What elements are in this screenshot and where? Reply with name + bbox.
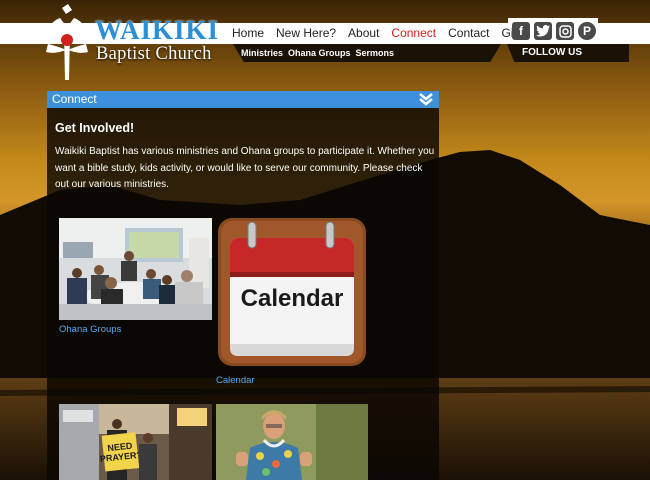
main-nav: Home New Here? About Connect Contact Giv… — [226, 24, 532, 43]
pinterest-icon[interactable]: P — [578, 22, 596, 40]
panel-title: Connect — [52, 92, 97, 106]
subnav-ohana-groups[interactable]: Ohana Groups — [288, 46, 351, 60]
nav-new-here[interactable]: New Here? — [270, 24, 342, 43]
nav-about[interactable]: About — [342, 24, 385, 43]
subnav-ministries[interactable]: Ministries — [241, 46, 283, 60]
chevron-down-icon[interactable] — [419, 93, 433, 106]
calendar-link[interactable]: Calendar — [216, 375, 255, 387]
social-links: f P — [512, 22, 596, 40]
twitter-icon[interactable] — [534, 22, 552, 40]
facebook-icon[interactable]: f — [512, 22, 530, 40]
sub-nav: Ministries Ohana Groups Sermons — [241, 46, 394, 60]
nav-connect[interactable]: Connect — [385, 24, 442, 43]
nav-home[interactable]: Home — [226, 24, 270, 43]
cross-logo-icon — [38, 4, 96, 80]
intro-paragraph: Waikiki Baptist has various ministries a… — [55, 146, 435, 190]
panel-header: Connect — [47, 91, 439, 108]
logo-title: WAIKIKI — [95, 15, 220, 45]
instagram-icon[interactable] — [556, 22, 574, 40]
calendar-tile[interactable]: Calendar — [218, 218, 366, 366]
ohana-groups-link[interactable]: Ohana Groups — [59, 324, 121, 336]
ohana-groups-photo[interactable] — [59, 218, 212, 320]
follow-us-label: FOLLOW US — [522, 47, 582, 58]
need-prayer-photo[interactable]: NEEDPRAYER? — [59, 404, 212, 480]
nav-contact[interactable]: Contact — [442, 24, 495, 43]
subnav-sermons[interactable]: Sermons — [356, 46, 395, 60]
speaker-photo[interactable] — [216, 404, 368, 480]
page-heading: Get Involved! — [55, 121, 135, 135]
site-logo[interactable]: WAIKIKI Baptist Church — [36, 4, 228, 84]
calendar-icon-text: Calendar — [241, 285, 344, 312]
logo-subtitle: Baptist Church — [96, 44, 212, 64]
